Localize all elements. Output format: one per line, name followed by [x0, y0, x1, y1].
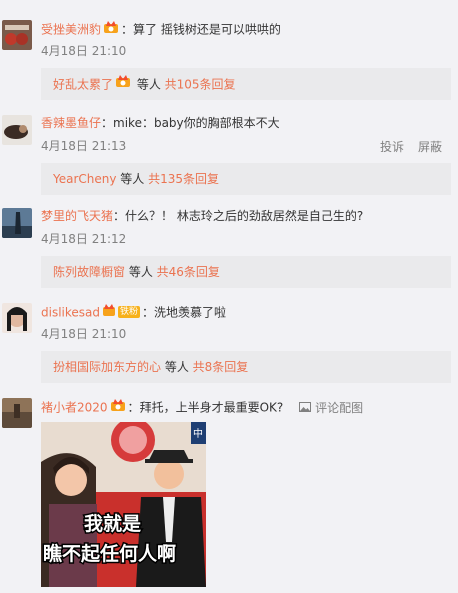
crown-badge-icon — [103, 20, 119, 38]
comment-text: mike：baby你的胸部根本不大 — [113, 116, 280, 130]
reply-summary: YearCheny 等人 共135条回复 — [41, 163, 451, 195]
comment-line: 香辣墨鱼仔：mike：baby你的胸部根本不大 — [41, 115, 280, 131]
crown-badge-icon — [115, 68, 131, 100]
reply-mid-text: 等人 — [161, 360, 193, 374]
comment-feed: 受挫美洲豹 ：算了 摇钱树还是可以哄哄的 4月18日 21:10 好乱太累了 等人… — [0, 0, 458, 593]
reply-count-link[interactable]: 共135条回复 — [148, 172, 219, 186]
separator: ： — [101, 116, 114, 130]
separator: ： — [121, 22, 134, 37]
crown-badge-icon — [102, 303, 116, 321]
fan-badge: 铁粉 — [118, 306, 141, 318]
comment-time: 4月18日 21:10 — [41, 44, 127, 58]
comment-line: dislikesad 铁粉 ：洗地羡慕了啦 — [41, 303, 226, 323]
report-link[interactable]: 投诉 — [380, 140, 404, 154]
reply-mid-text: 等人 — [125, 265, 157, 279]
avatar[interactable] — [2, 20, 32, 50]
username-link[interactable]: dislikesad — [41, 306, 100, 320]
reply-count-link[interactable]: 共46条回复 — [157, 265, 220, 279]
image-caption-top: 我就是 — [84, 512, 141, 535]
username-link[interactable]: 受挫美洲豹 — [41, 23, 101, 37]
reply-summary: 好乱太累了 等人 共105条回复 — [41, 68, 451, 100]
reply-mid-text: 等人 — [133, 77, 165, 92]
reply-user-link[interactable]: 扮相国际加东方的心 — [53, 360, 161, 374]
tv-logo: 中 — [193, 427, 203, 440]
reply-user-link[interactable]: 好乱太累了 — [53, 78, 113, 92]
comment-time: 4月18日 21:13 — [41, 139, 127, 153]
avatar[interactable] — [2, 208, 32, 238]
separator: ： — [127, 400, 140, 415]
reply-mid-text: 等人 — [116, 172, 149, 186]
username-link[interactable]: 梦里的飞天猪 — [41, 209, 113, 223]
separator: ： — [113, 209, 126, 223]
picture-link-label: 评论配图 — [315, 400, 364, 415]
comment-text: 算了 摇钱树还是可以哄哄的 — [133, 22, 281, 37]
comment-text: 洗地羡慕了啦 — [154, 305, 227, 320]
picture-icon — [299, 400, 312, 416]
comment-time: 4月18日 21:10 — [41, 327, 127, 341]
comment-actions: 投诉 屏蔽 — [366, 138, 442, 155]
block-link[interactable]: 屏蔽 — [418, 140, 442, 154]
reply-user-link[interactable]: YearCheny — [53, 172, 116, 186]
comment-text: 什么？！ 林志玲之后的劲敌居然是自己生的? — [125, 209, 364, 223]
avatar[interactable] — [2, 398, 32, 428]
reply-summary: 扮相国际加东方的心 等人 共8条回复 — [41, 351, 451, 383]
comment-line: 受挫美洲豹 ：算了 摇钱树还是可以哄哄的 — [41, 20, 281, 40]
comment-picture-link[interactable]: 评论配图 — [299, 401, 363, 415]
reply-user-link[interactable]: 陈列故障橱窗 — [53, 265, 125, 279]
comment-line: 梦里的飞天猪：什么？！ 林志玲之后的劲敌居然是自己生的? — [41, 208, 363, 224]
username-link[interactable]: 香辣墨鱼仔 — [41, 116, 101, 130]
reply-count-link[interactable]: 共8条回复 — [193, 360, 249, 374]
comment-line: 褚小者2020 ：拜托，上半身才最重要OK? 评论配图 — [41, 398, 363, 418]
image-caption-bottom: 瞧不起任何人啊 — [43, 542, 176, 565]
avatar[interactable] — [2, 115, 32, 145]
comment-photo[interactable]: 中 我就是 瞧不起任何人啊 — [41, 422, 206, 587]
comment-text: 拜托，上半身才最重要OK? — [139, 400, 284, 415]
reply-summary: 陈列故障橱窗 等人 共46条回复 — [41, 256, 451, 288]
crown-badge-icon — [110, 398, 126, 416]
separator: ： — [142, 305, 155, 320]
avatar[interactable] — [2, 303, 32, 333]
comment-time: 4月18日 21:12 — [41, 232, 127, 246]
reply-count-link[interactable]: 共105条回复 — [165, 78, 236, 92]
username-link[interactable]: 褚小者2020 — [41, 401, 108, 415]
